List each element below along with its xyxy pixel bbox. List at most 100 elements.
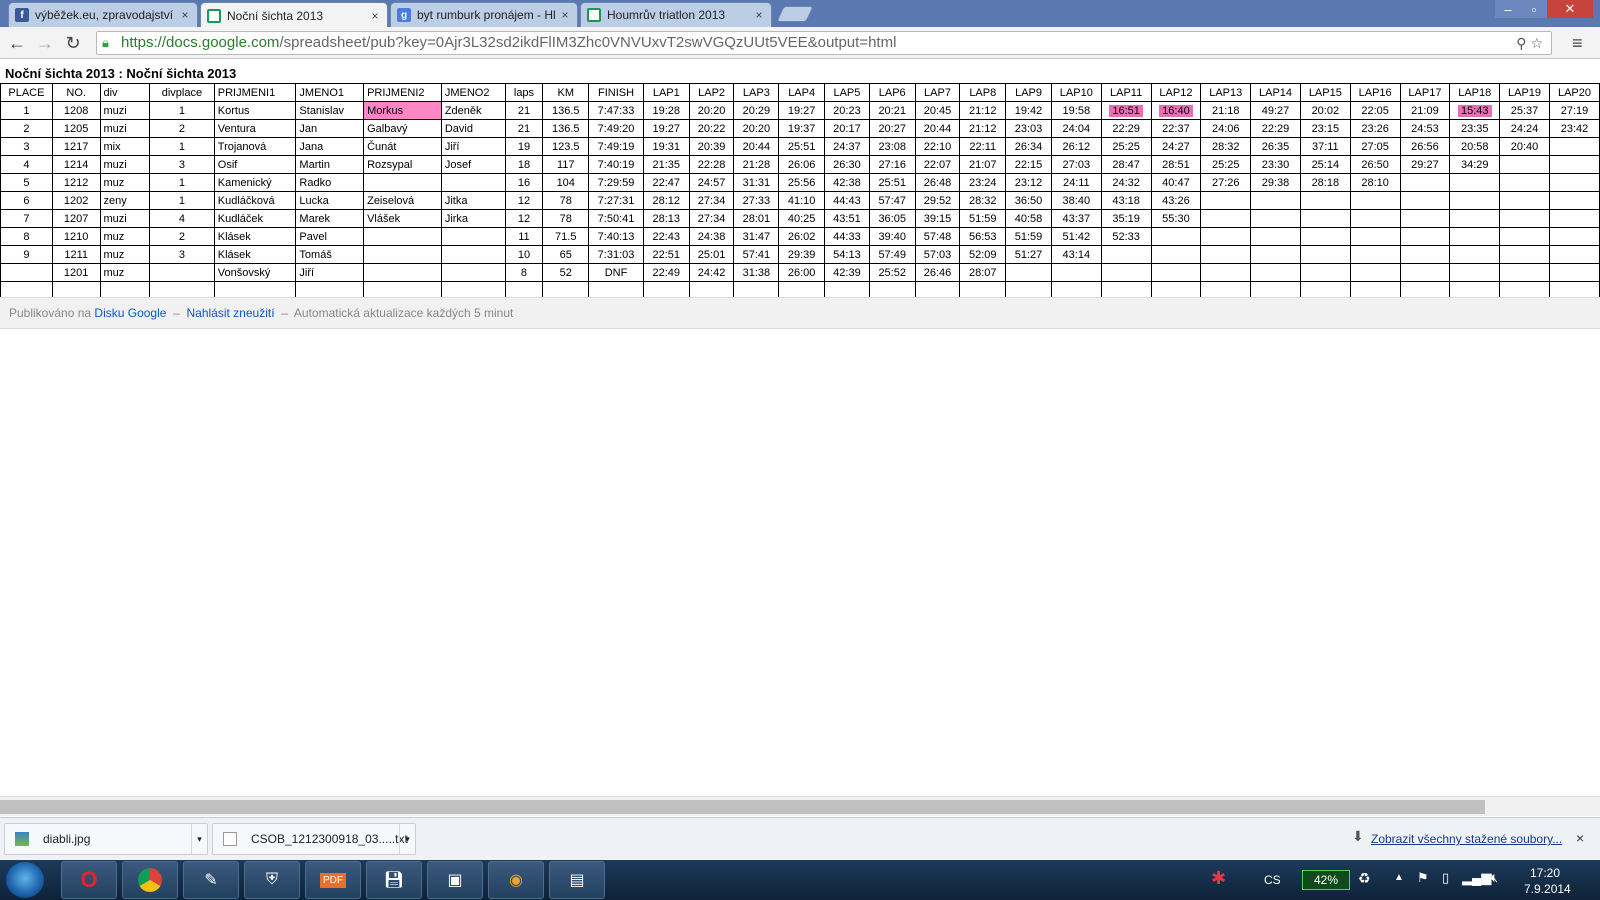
table-cell [1548, 155, 1600, 174]
tab-byt-rumburk[interactable]: g byt rumburk pronájem - Hl × [390, 2, 578, 27]
report-abuse-link[interactable]: Nahlásit zneužití [186, 306, 274, 320]
start-button[interactable] [6, 862, 44, 898]
minimize-button[interactable]: – [1495, 0, 1521, 18]
new-tab-button[interactable] [776, 6, 814, 22]
table-cell [1200, 263, 1252, 282]
table-cell: 2 [149, 119, 215, 138]
close-icon[interactable]: × [369, 9, 381, 23]
table-cell: 3 [149, 245, 215, 264]
table-cell: 21:12 [959, 119, 1007, 138]
table-cell: Vonšovský [213, 263, 297, 282]
pdf-icon[interactable]: PDF [305, 861, 361, 899]
table-row: 7 1207 muzi 4 Kudláček Marek Vlášek Jirka 12 78 7:… [0, 209, 1600, 228]
table-cell [440, 263, 506, 282]
address-bar[interactable]: 🔒︎ https://docs.google.com/spreadsheet/p… [96, 31, 1552, 55]
table-cell [1200, 191, 1252, 210]
volume-muted-icon[interactable]: 🔇︎ [1490, 870, 1498, 886]
google-drive-link[interactable]: Disku Google [94, 306, 166, 320]
table-cell [1399, 209, 1451, 228]
column-header: LAP3 [733, 83, 780, 102]
table-cell: 7:27:31 [588, 191, 644, 210]
table-cell [1399, 263, 1451, 282]
floppy-disk-icon[interactable]: 💾︎ [366, 861, 422, 899]
forward-arrow-icon[interactable]: → [34, 32, 56, 54]
table-cell: 20:39 [688, 137, 735, 156]
close-icon[interactable]: × [559, 8, 571, 22]
table-cell: 1 [149, 137, 215, 156]
table-cell [1449, 263, 1501, 282]
notepad-icon[interactable]: ✎ [183, 861, 239, 899]
chevron-up-icon[interactable]: ▲ [1394, 872, 1404, 883]
close-icon[interactable]: × [179, 8, 191, 22]
table-row: 1201 muz Vonšovský Jiří 8 52 DNF 22:49 24:42 31:3… [0, 263, 1600, 282]
menu-icon[interactable]: ≡ [1572, 33, 1583, 54]
reload-icon[interactable]: ↻ [62, 32, 84, 54]
clock-date[interactable]: 7.9.2014 [1524, 882, 1571, 896]
tab-vybezek[interactable]: f výběžek.eu, zpravodajství × [8, 2, 198, 27]
table-cell: 36:05 [868, 209, 916, 228]
eye-icon[interactable]: ◉ [488, 861, 544, 899]
table-cell: Zeiselová [363, 191, 442, 210]
table-cell: 78 [542, 209, 590, 228]
table-cell: 43:51 [824, 209, 870, 228]
monitor-icon[interactable]: ▣ [427, 861, 483, 899]
table-cell: muz [99, 263, 151, 282]
star-icon[interactable]: ☆ [1530, 35, 1543, 51]
table-cell: Kortus [213, 101, 297, 120]
table-cell: 21:12 [959, 101, 1007, 120]
horizontal-scrollbar[interactable] [0, 796, 1600, 816]
table-cell [1548, 209, 1600, 228]
table-cell: 28:47 [1100, 155, 1152, 174]
opera-icon[interactable]: O [61, 861, 117, 899]
window-close-button[interactable]: ✕ [1547, 0, 1593, 18]
table-cell [1499, 209, 1550, 228]
back-arrow-icon[interactable]: ← [6, 32, 28, 54]
download-item[interactable]: CSOB_1212300918_03.....txt ▾ [212, 823, 416, 855]
show-all-downloads-link[interactable]: Zobrazit všechny stažené soubory... [1371, 832, 1562, 846]
table-cell: 41:10 [778, 191, 826, 210]
chrome-icon[interactable] [122, 861, 178, 899]
scrollbar-thumb[interactable] [0, 800, 1485, 814]
table-cell: 4 [149, 209, 215, 228]
search-icon[interactable]: ⚲ [1516, 35, 1526, 51]
table-cell: 7:49:20 [588, 119, 644, 138]
table-cell [363, 263, 442, 282]
table-cell [1548, 263, 1600, 282]
document-icon[interactable]: ▤ [549, 861, 605, 899]
signal-icon[interactable]: ▂▄▆ [1462, 870, 1491, 886]
clock-time[interactable]: 17:20 [1530, 866, 1560, 880]
table-cell [1499, 245, 1550, 264]
language-indicator[interactable]: CS [1264, 873, 1281, 887]
battery-icon[interactable]: ▯ [1442, 870, 1449, 886]
table-cell: 8 [0, 227, 53, 246]
table-cell [1250, 263, 1301, 282]
column-header: LAP7 [914, 83, 961, 102]
flag-icon[interactable]: ⚑ [1417, 870, 1429, 886]
table-cell: 23:42 [1548, 119, 1600, 138]
table-cell: 20:23 [824, 101, 870, 120]
recycle-icon[interactable]: ♻ [1358, 870, 1371, 887]
table-cell: 23:26 [1349, 119, 1401, 138]
close-icon[interactable]: × [1576, 830, 1584, 846]
download-item[interactable]: diabli.jpg ▾ [4, 823, 208, 855]
table-cell: 7:50:41 [588, 209, 644, 228]
column-header: laps [504, 83, 544, 102]
table-cell: David [440, 119, 506, 138]
battery-indicator[interactable]: 42% [1302, 870, 1350, 890]
close-icon[interactable]: × [753, 8, 765, 22]
shield-icon[interactable]: ⛨ [244, 861, 300, 899]
column-header: divplace [149, 83, 215, 102]
table-cell: muzi [99, 155, 151, 174]
chevron-down-icon[interactable]: ▾ [399, 824, 415, 854]
table-cell: 22:49 [642, 263, 690, 282]
tab-nocni-sichta[interactable]: Noční šichta 2013 × [200, 2, 388, 27]
table-cell: 24:04 [1050, 119, 1102, 138]
antivirus-icon[interactable]: ✱ [1211, 868, 1226, 889]
table-cell: 26:56 [1399, 137, 1451, 156]
chevron-down-icon[interactable]: ▾ [191, 824, 207, 854]
maximize-button[interactable]: ▫ [1521, 0, 1547, 18]
tab-houmruv-triatlon[interactable]: Houmrův triatlon 2013 × [580, 2, 772, 27]
table-cell: 25:52 [868, 263, 916, 282]
table-cell: 43:26 [1150, 191, 1202, 210]
column-header: LAP4 [778, 83, 826, 102]
